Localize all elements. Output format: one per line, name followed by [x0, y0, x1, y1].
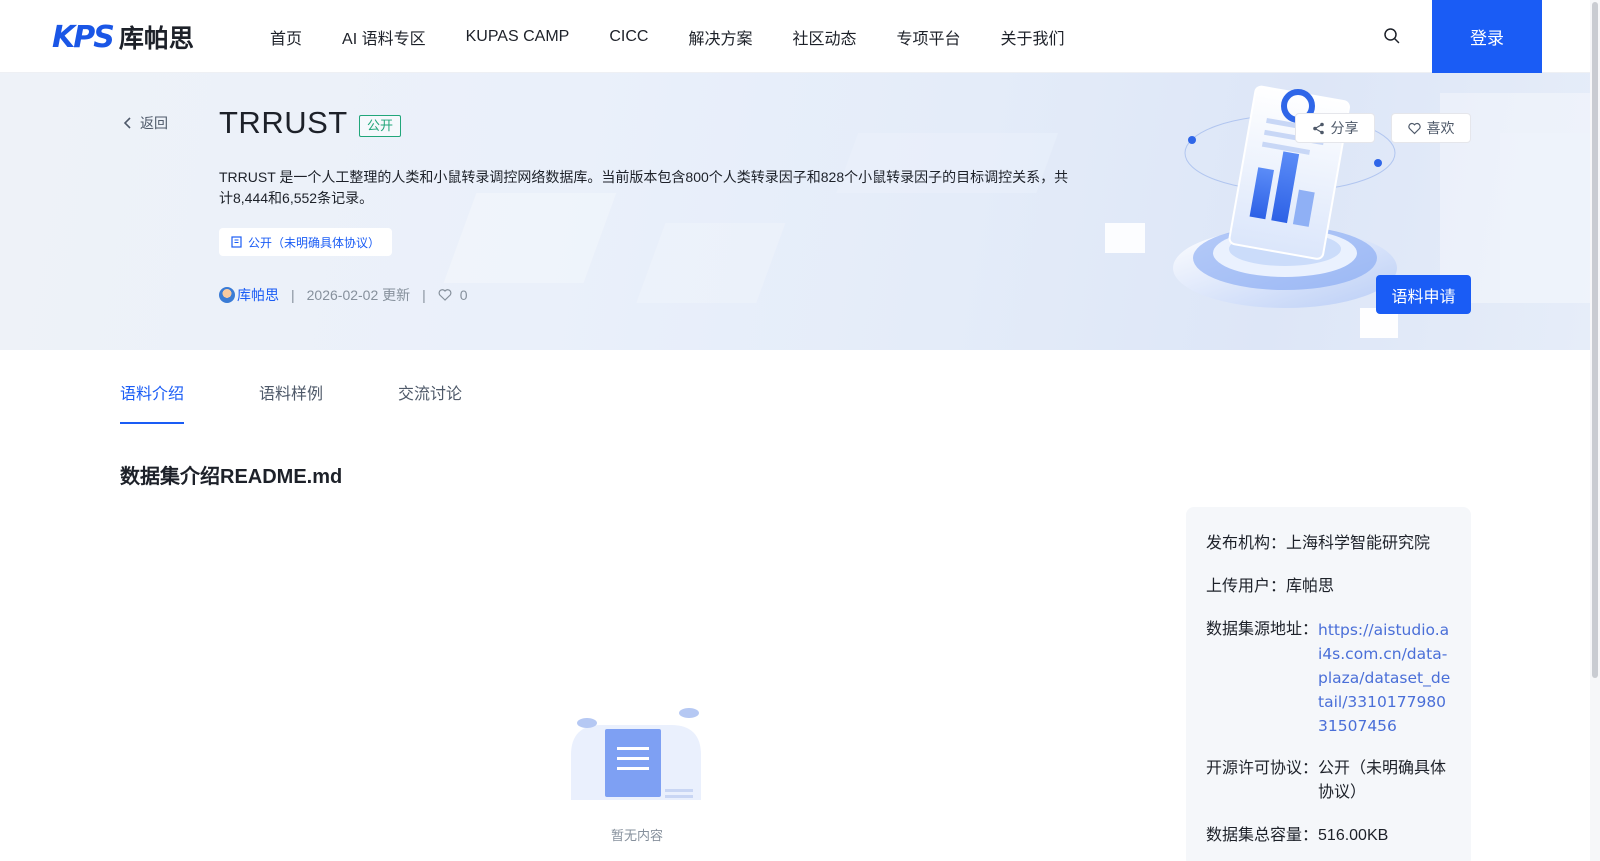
- license-chip-label: 公开（未明确具体协议）: [248, 235, 381, 250]
- share-label: 分享: [1330, 120, 1359, 136]
- empty-state-text: 暂无内容: [611, 828, 664, 843]
- tab-discussion[interactable]: 交流讨论: [398, 380, 462, 424]
- meta-separator: |: [291, 287, 295, 303]
- like-button[interactable]: 喜欢: [1391, 113, 1471, 143]
- license-chip[interactable]: 公开（未明确具体协议）: [219, 228, 393, 256]
- main-nav: 首页 AI 语料专区 KUPAS CAMP CICC 解决方案 社区动态 专项平…: [270, 0, 1105, 73]
- source-url-link[interactable]: https://aistudio.ai4s.com.cn/data-plaza/…: [1318, 618, 1451, 738]
- info-size-value: 516.00KB: [1318, 827, 1389, 844]
- search-icon[interactable]: [1383, 27, 1401, 45]
- chevron-left-icon: [123, 117, 131, 129]
- updated-date: 2026-02-02 更新: [306, 287, 411, 303]
- dataset-description: TRRUST 是一个人工整理的人类和小鼠转录调控网络数据库。当前版本包含800个…: [219, 169, 1069, 206]
- apply-corpus-button[interactable]: 语料申请: [1376, 275, 1471, 314]
- nav-item-about[interactable]: 关于我们: [1000, 25, 1064, 49]
- like-count: 0: [459, 287, 468, 303]
- top-header: KPS 库帕思 首页 AI 语料专区 KUPAS CAMP CICC 解决方案 …: [0, 0, 1590, 73]
- dataset-banner: 返回 TRRUST 公开 TRRUST 是一个人工整理的人类和小鼠转录调控网络数…: [0, 73, 1590, 350]
- info-uploader-key: 上传用户：: [1206, 578, 1287, 595]
- logo[interactable]: KPS 库帕思: [52, 18, 194, 56]
- logo-mark: KPS: [52, 19, 115, 55]
- share-button[interactable]: 分享: [1295, 113, 1375, 143]
- dataset-meta: 库帕思 | 2026-02-02 更新 | 0: [219, 285, 468, 305]
- nav-item-platforms[interactable]: 专项平台: [896, 25, 960, 49]
- back-link[interactable]: 返回: [122, 113, 168, 133]
- info-license: 开源许可协议： 公开（未明确具体协议）: [1206, 757, 1451, 805]
- info-source-key: 数据集源地址：: [1206, 621, 1319, 638]
- visibility-tag: 公开: [359, 115, 402, 137]
- content-tabs: 语料介绍 语料样例 交流讨论: [120, 380, 537, 424]
- nav-item-home[interactable]: 首页: [270, 25, 302, 49]
- page-scrollbar-thumb[interactable]: [1592, 2, 1598, 678]
- empty-state-illustration: [571, 708, 701, 800]
- share-icon: [1312, 122, 1324, 134]
- heart-icon: [1407, 122, 1421, 134]
- info-org-value: 上海科学智能研究院: [1286, 535, 1431, 552]
- avatar: [219, 287, 235, 303]
- info-org: 发布机构： 上海科学智能研究院: [1206, 532, 1451, 556]
- info-size-key: 数据集总容量：: [1206, 827, 1319, 844]
- author-link[interactable]: 库帕思: [237, 285, 279, 305]
- like-label: 喜欢: [1426, 120, 1455, 136]
- meta-separator: |: [422, 287, 426, 303]
- tab-samples[interactable]: 语料样例: [259, 380, 323, 424]
- nav-item-cicc[interactable]: CICC: [609, 28, 648, 46]
- login-button[interactable]: 登录: [1432, 0, 1542, 73]
- nav-item-kupas-camp[interactable]: KUPAS CAMP: [466, 28, 570, 46]
- nav-item-community[interactable]: 社区动态: [792, 25, 856, 49]
- nav-item-ai-corpus[interactable]: AI 语料专区: [342, 25, 426, 49]
- info-source: 数据集源地址： https://aistudio.ai4s.com.cn/dat…: [1206, 618, 1451, 738]
- tab-intro[interactable]: 语料介绍: [120, 380, 185, 424]
- info-license-value: 公开（未明确具体协议）: [1318, 760, 1447, 801]
- info-size: 数据集总容量： 516.00KB: [1206, 824, 1451, 848]
- info-org-key: 发布机构：: [1206, 535, 1287, 552]
- nav-item-solutions[interactable]: 解决方案: [688, 25, 752, 49]
- heart-icon: [438, 289, 452, 301]
- info-uploader-value: 库帕思: [1286, 578, 1335, 595]
- book-icon: [231, 236, 242, 248]
- info-uploader: 上传用户： 库帕思: [1206, 575, 1451, 599]
- info-license-key: 开源许可协议：: [1206, 760, 1319, 777]
- dataset-title: TRRUST: [219, 105, 348, 140]
- dataset-info-card: 发布机构： 上海科学智能研究院 上传用户： 库帕思 数据集源地址： https:…: [1186, 507, 1471, 861]
- back-label: 返回: [140, 115, 168, 131]
- logo-text: 库帕思: [118, 25, 194, 53]
- section-title: 数据集介绍README.md: [120, 466, 343, 488]
